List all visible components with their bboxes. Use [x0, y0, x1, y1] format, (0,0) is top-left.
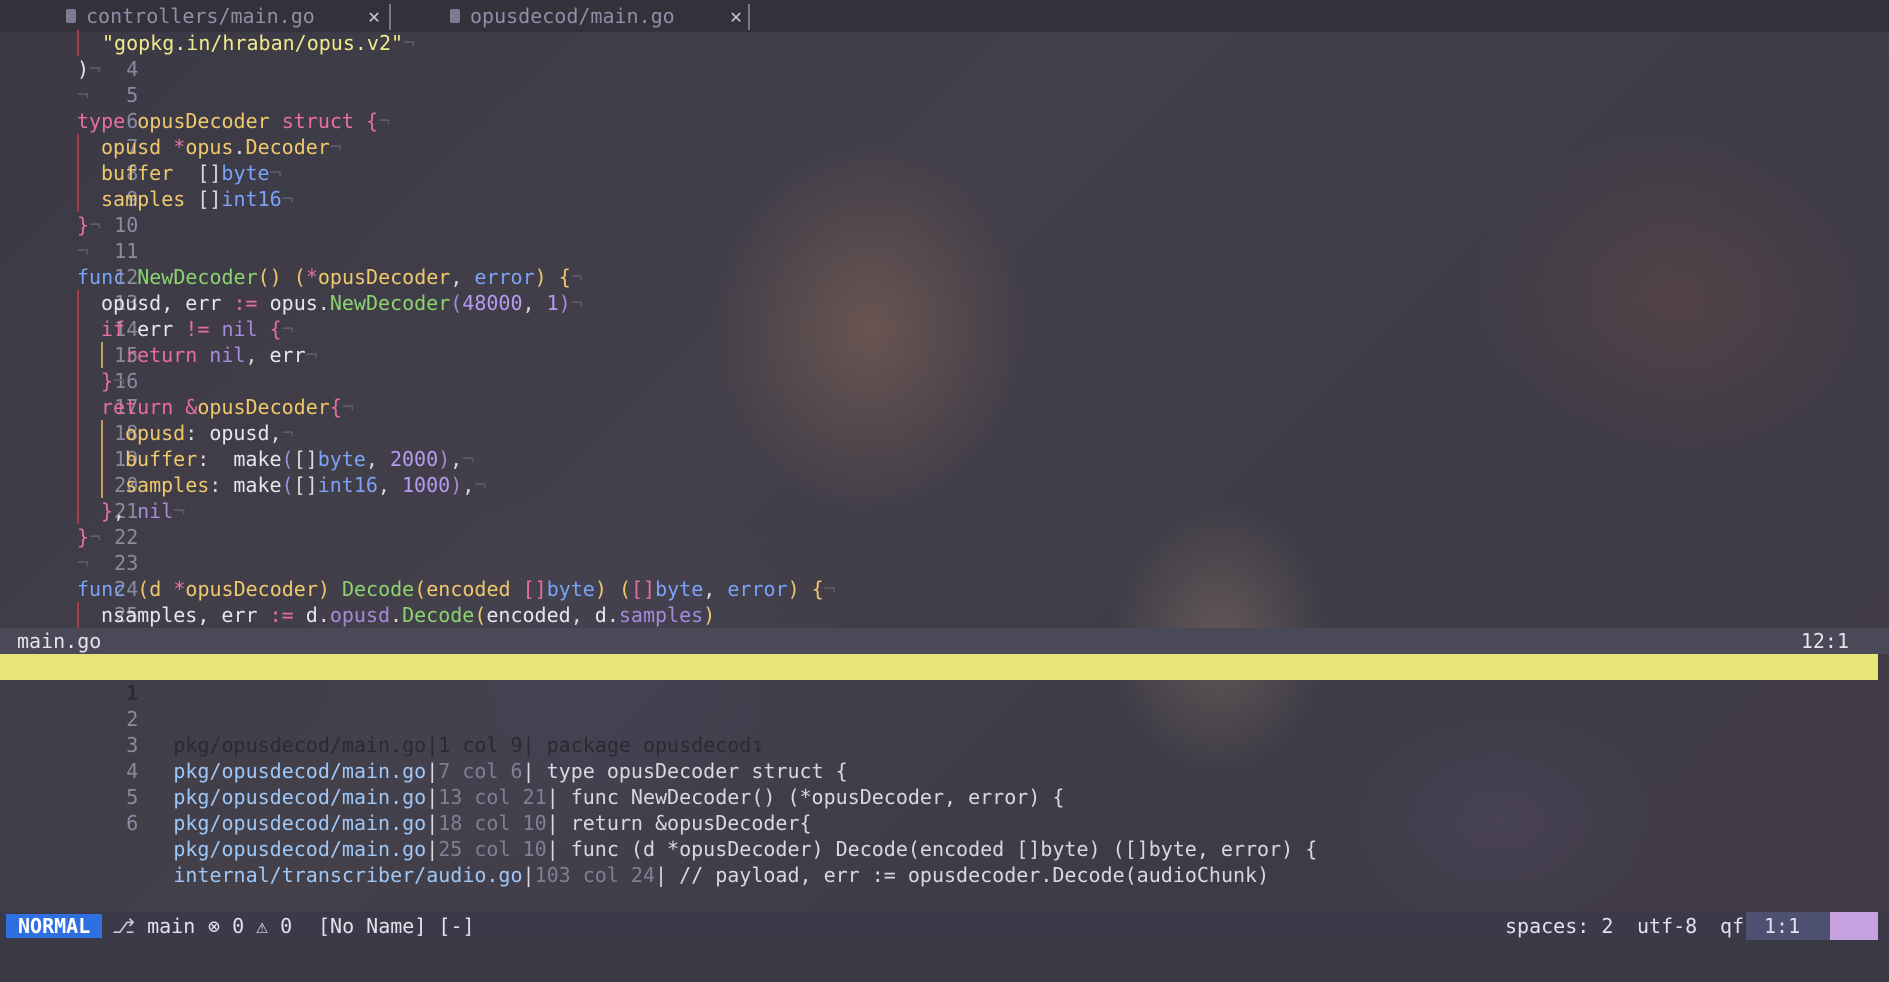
indent-guide	[77, 290, 79, 316]
indent-guide	[77, 134, 79, 160]
error-count: 0	[232, 914, 245, 938]
close-icon[interactable]: ✕	[368, 4, 380, 28]
diagnostics-errors[interactable]: ⊗ 0	[208, 912, 244, 940]
quickfix-item[interactable]: 3 pkg/opusdecod/main.go|13 col 21| func …	[0, 706, 1878, 809]
indent-guide	[77, 420, 79, 446]
indent-setting[interactable]: spaces: 2	[1505, 912, 1613, 940]
indent-guide	[77, 30, 79, 56]
close-icon[interactable]: ✕	[730, 4, 742, 28]
code-line[interactable]: 25 func (d *opusDecoder) Decode(encoded …	[0, 576, 836, 627]
code-line[interactable]: 16 return nil, err¬	[0, 342, 318, 393]
indent-guide	[77, 316, 79, 342]
code-line[interactable]: 24 ¬	[0, 550, 138, 601]
git-branch-label: main	[147, 914, 196, 938]
quickfix-location: 103 col 24	[534, 863, 655, 887]
code-line[interactable]: 21 samples: make([]int16, 1000),¬	[0, 472, 486, 523]
tab-separator	[748, 4, 750, 30]
statusline: NORMAL ⎇ main ⊗ 0 ⚠ 0 [No Name] [-] spac…	[0, 912, 1889, 940]
git-branch[interactable]: ⎇ main	[112, 912, 195, 940]
diagnostics-warnings[interactable]: ⚠ 0	[256, 912, 292, 940]
go-file-icon	[66, 9, 76, 23]
code-line[interactable]: 23 }¬	[0, 524, 138, 575]
file-encoding[interactable]: utf-8	[1637, 912, 1697, 940]
indent-guide	[101, 472, 103, 498]
quickfix-item[interactable]: 2 pkg/opusdecod/main.go|7 col 6| type op…	[0, 680, 1878, 783]
window-filename: main.go	[17, 629, 102, 653]
indent-guide	[77, 342, 79, 368]
code-line[interactable]: 9 buffer []byte¬	[0, 160, 282, 211]
code-line[interactable]: 19 opusd: opusd,¬	[0, 420, 294, 471]
code-line[interactable]: 12 ¬	[0, 238, 138, 289]
git-branch-icon: ⎇	[112, 914, 136, 938]
code-line[interactable]: 26 nsamples, err := d.opusd.Decode(encod…	[0, 602, 715, 653]
indent-guide	[77, 160, 79, 186]
indent-guide	[77, 446, 79, 472]
tab-separator	[389, 4, 391, 30]
quickfix-item[interactable]: 1 pkg/opusdecod/main.go|1 col 9| package…	[0, 654, 1878, 757]
tab-bar: controllers/main.go ✕ opusdecod/main.go …	[0, 0, 1889, 32]
indent-guide	[77, 186, 79, 212]
indent-guide	[101, 420, 103, 446]
quickfix-number: 6	[126, 811, 139, 835]
tab-label: opusdecod/main.go	[470, 4, 675, 28]
file-type: qf	[1720, 914, 1745, 938]
quickfix-file: internal/transcriber/audio.go	[173, 863, 523, 887]
indent-guide	[101, 446, 103, 472]
code-line[interactable]: 6 ¬	[0, 82, 138, 133]
code-line[interactable]: 5 )¬	[0, 56, 138, 107]
quickfix-item[interactable]: 5 pkg/opusdecod/main.go|25 col 10| func …	[0, 758, 1878, 861]
indent-guide	[77, 394, 79, 420]
indent-guide	[77, 472, 79, 498]
warning-icon: ⚠	[256, 914, 269, 938]
indent-guide	[77, 602, 79, 628]
statusline-end-block	[1830, 912, 1878, 940]
indent-guide	[101, 342, 103, 368]
vim-editor: controllers/main.go ✕ opusdecod/main.go …	[0, 0, 1889, 982]
indent-guide	[77, 498, 79, 524]
tab-label: controllers/main.go	[86, 4, 315, 28]
tab-controllers-main[interactable]: controllers/main.go ✕	[66, 0, 386, 32]
code-line[interactable]: 18 return &opusDecoder{¬	[0, 394, 354, 445]
tab-opusdecod-main[interactable]: opusdecod/main.go ✕	[450, 0, 748, 32]
code-line[interactable]: 14 opusd, err := opus.NewDecoder(48000, …	[0, 290, 583, 341]
buffer-name: [No Name] [-]	[318, 914, 475, 938]
quickfix-item[interactable]: 4 pkg/opusdecod/main.go|18 col 10| retur…	[0, 732, 1878, 835]
window-statusbar: main.go 12:1	[0, 628, 1889, 654]
code-line[interactable]: 7 type opusDecoder struct {¬	[0, 108, 390, 159]
code-line[interactable]: 10 samples []int16¬	[0, 186, 294, 237]
quickfix-text: // payload, err := opusdecoder.Decode(au…	[679, 863, 1270, 887]
window-cursor-position: 12:1	[1800, 629, 1849, 653]
code-line[interactable]: 15 if err != nil {¬	[0, 316, 294, 367]
command-line[interactable]	[0, 940, 1889, 982]
code-line[interactable]: 20 buffer: make([]byte, 2000),¬	[0, 446, 474, 497]
code-line[interactable]: 11 }¬	[0, 212, 138, 263]
code-line[interactable]: 17 }¬	[0, 368, 138, 419]
error-icon: ⊗	[208, 914, 221, 938]
code-line[interactable]: 22 }, nil¬	[0, 498, 185, 549]
mode-indicator: NORMAL	[6, 914, 103, 938]
go-file-icon	[450, 9, 460, 23]
code-line[interactable]: 13 func NewDecoder() (*opusDecoder, erro…	[0, 264, 583, 315]
warning-count: 0	[280, 914, 293, 938]
indent-guide	[77, 368, 79, 394]
quickfix-item[interactable]: 6 internal/transcriber/audio.go|103 col …	[0, 784, 1878, 887]
code-line[interactable]: 4 "gopkg.in/hraban/opus.v2"¬	[0, 30, 415, 81]
code-line[interactable]: 8 opusd *opus.Decoder¬	[0, 134, 342, 185]
